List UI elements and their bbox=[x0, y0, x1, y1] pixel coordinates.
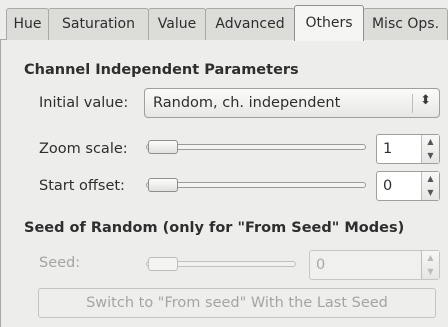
zoom-scale-label: Zoom scale: bbox=[39, 141, 128, 157]
seed-slider bbox=[146, 257, 296, 271]
seed-spinbox: 0 ▲ ▼ bbox=[309, 250, 440, 280]
zoom-scale-value: 1 bbox=[383, 141, 393, 157]
tab-misc-ops[interactable]: Misc Ops. bbox=[363, 8, 448, 40]
tab-hue[interactable]: Hue bbox=[6, 8, 49, 40]
tab-others[interactable]: Others bbox=[294, 5, 364, 41]
seed-stepper: ▲ ▼ bbox=[421, 251, 439, 279]
zoom-scale-slider-handle[interactable] bbox=[148, 140, 178, 154]
decrement-arrow-icon[interactable]: ▼ bbox=[422, 186, 439, 200]
start-offset-slider[interactable] bbox=[146, 178, 366, 192]
channel-section-title: Channel Independent Parameters bbox=[24, 62, 299, 78]
seed-slider-handle bbox=[148, 257, 178, 271]
zoom-scale-stepper: ▲ ▼ bbox=[421, 135, 439, 163]
initial-value-label: Initial value: bbox=[39, 95, 129, 111]
decrement-arrow-icon: ▼ bbox=[427, 267, 434, 276]
increment-arrow-icon: ▲ bbox=[427, 253, 434, 262]
tab-advanced[interactable]: Advanced bbox=[205, 8, 295, 40]
seed-value: 0 bbox=[316, 257, 326, 273]
seed-label: Seed: bbox=[39, 255, 81, 271]
zoom-scale-spinbox[interactable]: 1 ▲ ▼ bbox=[376, 134, 440, 164]
start-offset-stepper: ▲ ▼ bbox=[421, 172, 439, 200]
tab-saturation[interactable]: Saturation bbox=[48, 8, 149, 40]
zoom-scale-slider[interactable] bbox=[146, 140, 366, 154]
tab-value[interactable]: Value bbox=[148, 8, 206, 40]
switch-to-from-seed-button: Switch to "From seed" With the Last Seed bbox=[38, 288, 436, 318]
initial-value-selected: Random, ch. independent bbox=[153, 95, 341, 111]
decrement-arrow-icon[interactable]: ▼ bbox=[422, 149, 439, 163]
tab-bar: Hue Saturation Value Advanced Others Mis… bbox=[0, 0, 448, 41]
chevron-up-down-icon: ⬍ bbox=[420, 93, 431, 108]
seed-section-title: Seed of Random (only for "From Seed" Mod… bbox=[24, 220, 405, 236]
combo-separator bbox=[412, 94, 413, 113]
start-offset-label: Start offset: bbox=[39, 178, 125, 194]
initial-value-combo[interactable]: Random, ch. independent ⬍ bbox=[144, 88, 440, 118]
increment-arrow-icon[interactable]: ▲ bbox=[422, 172, 439, 186]
start-offset-slider-handle[interactable] bbox=[148, 178, 178, 192]
increment-arrow-icon[interactable]: ▲ bbox=[422, 135, 439, 149]
start-offset-value: 0 bbox=[383, 178, 393, 194]
start-offset-spinbox[interactable]: 0 ▲ ▼ bbox=[376, 171, 440, 201]
